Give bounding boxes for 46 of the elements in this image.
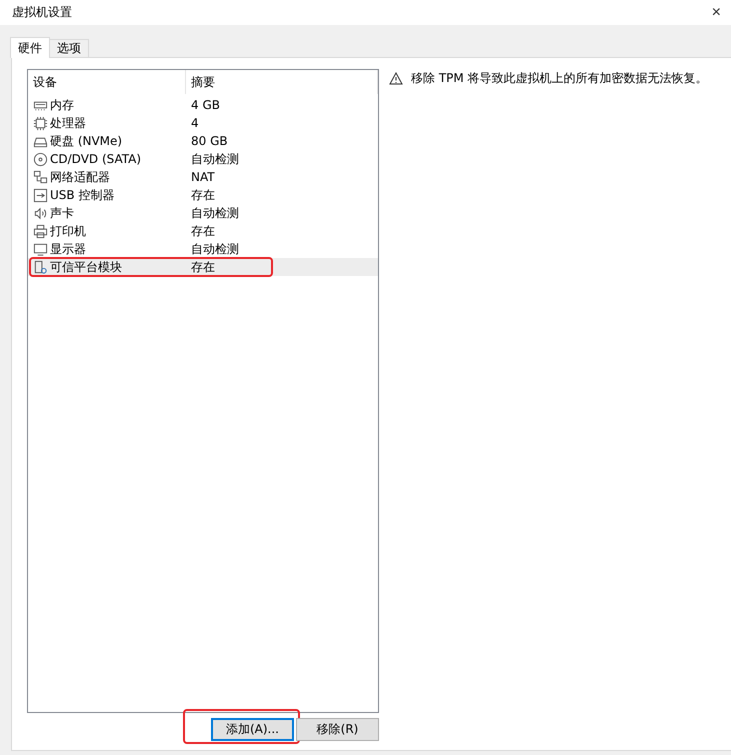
device-name: 打印机 xyxy=(50,222,86,240)
device-row[interactable]: 内存 4 GB xyxy=(28,96,378,114)
device-name: 网络适配器 xyxy=(50,168,110,186)
device-row[interactable]: 网络适配器 NAT xyxy=(28,168,378,186)
window-title: 虚拟机设置 xyxy=(12,4,72,21)
device-summary: 自动检测 xyxy=(190,240,240,258)
device-row[interactable]: 硬盘 (NVMe) 80 GB xyxy=(28,132,378,150)
chip-icon xyxy=(33,116,48,130)
device-row[interactable]: CD/DVD (SATA) 自动检测 xyxy=(28,150,378,168)
device-name: CD/DVD (SATA) xyxy=(50,152,142,166)
device-summary: NAT xyxy=(190,170,216,184)
tab[interactable]: 硬件 xyxy=(10,37,50,58)
device-summary: 存在 xyxy=(190,186,216,204)
device-name: 声卡 xyxy=(50,204,74,222)
device-row[interactable]: 处理器 4 xyxy=(28,114,378,132)
device-name: 可信平台模块 xyxy=(50,258,122,276)
warning-icon xyxy=(389,72,403,85)
warning-text: 移除 TPM 将导致此虚拟机上的所有加密数据无法恢复。 xyxy=(411,70,708,87)
device-row[interactable]: 显示器 自动检测 xyxy=(28,240,378,258)
device-summary: 存在 xyxy=(190,222,216,240)
network-icon xyxy=(33,170,48,184)
device-name: 显示器 xyxy=(50,240,86,258)
add-button[interactable]: 添加(A)... xyxy=(211,718,294,741)
monitor-icon xyxy=(33,242,48,256)
device-name: 处理器 xyxy=(50,114,86,132)
device-name: 内存 xyxy=(50,96,74,114)
cd-icon xyxy=(33,152,48,166)
device-name: 硬盘 (NVMe) xyxy=(50,132,122,150)
device-summary: 自动检测 xyxy=(190,204,240,222)
device-summary: 4 xyxy=(190,116,200,130)
device-name: USB 控制器 xyxy=(50,186,114,204)
column-header[interactable]: 摘要 xyxy=(186,70,378,94)
device-row[interactable]: USB 控制器 存在 xyxy=(28,186,378,204)
device-summary: 80 GB xyxy=(190,134,229,148)
column-header[interactable]: 设备 xyxy=(28,70,186,94)
printer-icon xyxy=(33,224,48,238)
device-summary: 存在 xyxy=(190,258,216,276)
device-summary: 自动检测 xyxy=(190,150,240,168)
device-summary: 4 GB xyxy=(190,98,221,112)
close-button[interactable]: × xyxy=(708,4,725,22)
tab[interactable]: 选项 xyxy=(49,39,89,57)
device-row[interactable]: 可信平台模块 存在 xyxy=(28,258,378,276)
remove-button[interactable]: 移除(R) xyxy=(296,718,379,741)
device-row[interactable]: 声卡 自动检测 xyxy=(28,204,378,222)
speaker-icon xyxy=(33,206,48,220)
device-row[interactable]: 打印机 存在 xyxy=(28,222,378,240)
